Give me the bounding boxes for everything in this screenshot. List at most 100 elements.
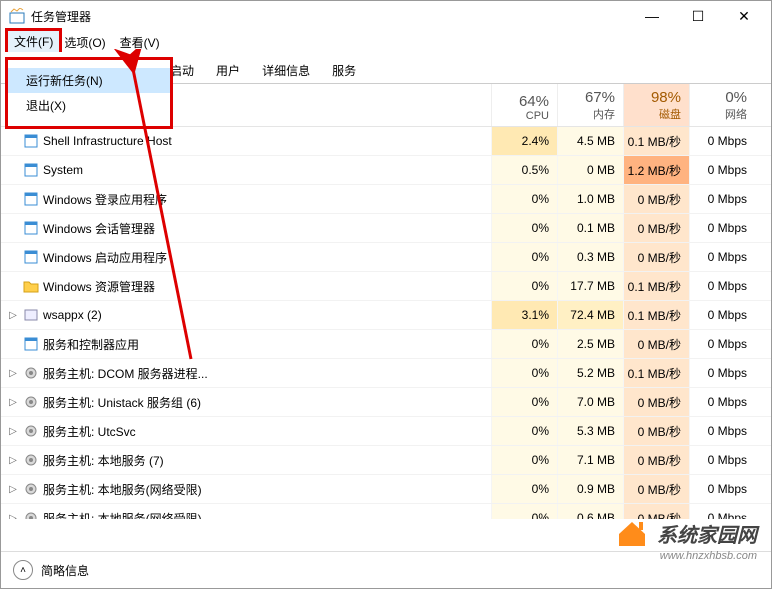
header-disk[interactable]: 98%磁盘 <box>623 84 689 126</box>
table-row[interactable]: ▷服务主机: 本地服务(网络受限)0%0.9 MB0 MB/秒0 Mbps <box>1 475 771 504</box>
menu-view[interactable]: 查看(V) <box>114 32 166 53</box>
expand-icon[interactable]: ▷ <box>7 397 19 408</box>
cell-cpu: 2.4% <box>491 127 557 155</box>
cell-network: 0 Mbps <box>689 156 755 184</box>
cell-network: 0 Mbps <box>689 446 755 474</box>
header-network[interactable]: 0%网络 <box>689 84 755 126</box>
cell-network: 0 Mbps <box>689 504 755 519</box>
cell-disk: 0 MB/秒 <box>623 446 689 474</box>
cell-disk: 0 MB/秒 <box>623 330 689 358</box>
cell-disk: 0.1 MB/秒 <box>623 127 689 155</box>
cell-network: 0 Mbps <box>689 185 755 213</box>
cell-disk: 0 MB/秒 <box>623 243 689 271</box>
tab-services[interactable]: 服务 <box>321 57 367 84</box>
task-manager-window: 任务管理器 — ☐ ✕ 文件(F) 文件(F) 选项(O) 查看(V) 运行新任… <box>0 0 772 589</box>
tab-users[interactable]: 用户 <box>205 57 251 84</box>
cell-cpu: 0% <box>491 475 557 503</box>
process-name: 服务主机: 本地服务(网络受限) <box>43 481 202 498</box>
cell-cpu: 3.1% <box>491 301 557 329</box>
cell-memory: 4.5 MB <box>557 127 623 155</box>
process-icon <box>23 133 39 149</box>
process-name: 服务主机: DCOM 服务器进程... <box>43 365 208 382</box>
titlebar: 任务管理器 — ☐ ✕ <box>1 1 771 31</box>
process-name: 服务主机: 本地服务 (7) <box>43 452 164 469</box>
window-title: 任务管理器 <box>31 8 629 25</box>
process-list[interactable]: Shell Infrastructure Host2.4%4.5 MB0.1 M… <box>1 127 771 519</box>
cell-memory: 1.0 MB <box>557 185 623 213</box>
cell-cpu: 0% <box>491 359 557 387</box>
cell-memory: 0.3 MB <box>557 243 623 271</box>
cell-cpu: 0% <box>491 446 557 474</box>
table-row[interactable]: ▷服务主机: Unistack 服务组 (6)0%7.0 MB0 MB/秒0 M… <box>1 388 771 417</box>
cell-network: 0 Mbps <box>689 272 755 300</box>
table-row[interactable]: Shell Infrastructure Host2.4%4.5 MB0.1 M… <box>1 127 771 156</box>
cell-disk: 0 MB/秒 <box>623 388 689 416</box>
cell-disk: 0 MB/秒 <box>623 504 689 519</box>
table-row[interactable]: ▷服务主机: DCOM 服务器进程...0%5.2 MB0.1 MB/秒0 Mb… <box>1 359 771 388</box>
cell-network: 0 Mbps <box>689 301 755 329</box>
expand-icon[interactable]: ▷ <box>7 455 19 466</box>
table-row[interactable]: Windows 会话管理器0%0.1 MB0 MB/秒0 Mbps <box>1 214 771 243</box>
menu-exit[interactable]: 退出(X) <box>8 93 170 118</box>
process-name: 服务主机: 本地服务(网络受限) <box>43 510 202 520</box>
cell-memory: 0.1 MB <box>557 214 623 242</box>
menu-options[interactable]: 选项(O) <box>58 32 111 53</box>
table-row[interactable]: ▷服务主机: 本地服务(网络受限)0%0.6 MB0 MB/秒0 Mbps <box>1 504 771 519</box>
table-row[interactable]: ▷服务主机: 本地服务 (7)0%7.1 MB0 MB/秒0 Mbps <box>1 446 771 475</box>
process-name: 服务主机: Unistack 服务组 (6) <box>43 394 201 411</box>
cell-disk: 0.1 MB/秒 <box>623 359 689 387</box>
table-row[interactable]: 服务和控制器应用0%2.5 MB0 MB/秒0 Mbps <box>1 330 771 359</box>
cell-cpu: 0.5% <box>491 156 557 184</box>
cell-memory: 7.0 MB <box>557 388 623 416</box>
cell-cpu: 0% <box>491 272 557 300</box>
footer: ˄ 简略信息 <box>1 551 771 588</box>
process-icon <box>23 220 39 236</box>
menu-run-new-task[interactable]: 运行新任务(N) <box>8 68 170 93</box>
cell-disk: 0.1 MB/秒 <box>623 301 689 329</box>
cell-disk: 1.2 MB/秒 <box>623 156 689 184</box>
process-icon <box>23 191 39 207</box>
process-name: 服务主机: UtcSvc <box>43 423 136 440</box>
header-cpu[interactable]: 64%CPU <box>491 84 557 126</box>
app-icon <box>9 8 25 24</box>
expand-icon[interactable]: ▷ <box>7 426 19 437</box>
menubar: 文件(F) 文件(F) 选项(O) 查看(V) 运行新任务(N) 退出(X) <box>1 31 771 53</box>
table-row[interactable]: Windows 资源管理器 0%17.7 MB0.1 MB/秒0 Mbps <box>1 272 771 301</box>
cell-network: 0 Mbps <box>689 243 755 271</box>
header-memory[interactable]: 67%内存 <box>557 84 623 126</box>
cell-cpu: 0% <box>491 504 557 519</box>
table-row[interactable]: Windows 启动应用程序0%0.3 MB0 MB/秒0 Mbps <box>1 243 771 272</box>
expand-icon[interactable]: ▷ <box>7 513 19 520</box>
menu-file[interactable]: 文件(F) <box>5 28 62 52</box>
process-icon <box>23 510 39 519</box>
watermark-text: 系统家园网 <box>657 519 757 548</box>
cell-disk: 0.1 MB/秒 <box>623 272 689 300</box>
table-row[interactable]: ▷wsappx (2)3.1%72.4 MB0.1 MB/秒0 Mbps <box>1 301 771 330</box>
window-buttons: — ☐ ✕ <box>629 1 767 31</box>
cell-memory: 5.2 MB <box>557 359 623 387</box>
cell-network: 0 Mbps <box>689 330 755 358</box>
process-icon <box>23 481 39 497</box>
cell-memory: 0.9 MB <box>557 475 623 503</box>
process-name: Windows 资源管理器 <box>43 278 155 295</box>
close-button[interactable]: ✕ <box>721 1 767 31</box>
watermark-url: www.hnzxhbsb.com <box>660 550 757 562</box>
table-row[interactable]: Windows 登录应用程序0%1.0 MB0 MB/秒0 Mbps <box>1 185 771 214</box>
table-row[interactable]: ▷服务主机: UtcSvc0%5.3 MB0 MB/秒0 Mbps <box>1 417 771 446</box>
cell-memory: 17.7 MB <box>557 272 623 300</box>
cell-disk: 0 MB/秒 <box>623 417 689 445</box>
cell-cpu: 0% <box>491 388 557 416</box>
process-name: System <box>43 163 83 177</box>
minimize-button[interactable]: — <box>629 1 675 31</box>
expand-icon[interactable]: ▷ <box>7 310 19 321</box>
chevron-up-icon[interactable]: ˄ <box>13 560 33 580</box>
expand-icon[interactable]: ▷ <box>7 368 19 379</box>
fewer-details-link[interactable]: 简略信息 <box>41 562 89 579</box>
cell-disk: 0 MB/秒 <box>623 475 689 503</box>
cell-memory: 72.4 MB <box>557 301 623 329</box>
expand-icon[interactable]: ▷ <box>7 484 19 495</box>
house-icon <box>615 518 649 548</box>
table-row[interactable]: System0.5%0 MB1.2 MB/秒0 Mbps <box>1 156 771 185</box>
tab-details[interactable]: 详细信息 <box>251 57 321 84</box>
maximize-button[interactable]: ☐ <box>675 1 721 31</box>
